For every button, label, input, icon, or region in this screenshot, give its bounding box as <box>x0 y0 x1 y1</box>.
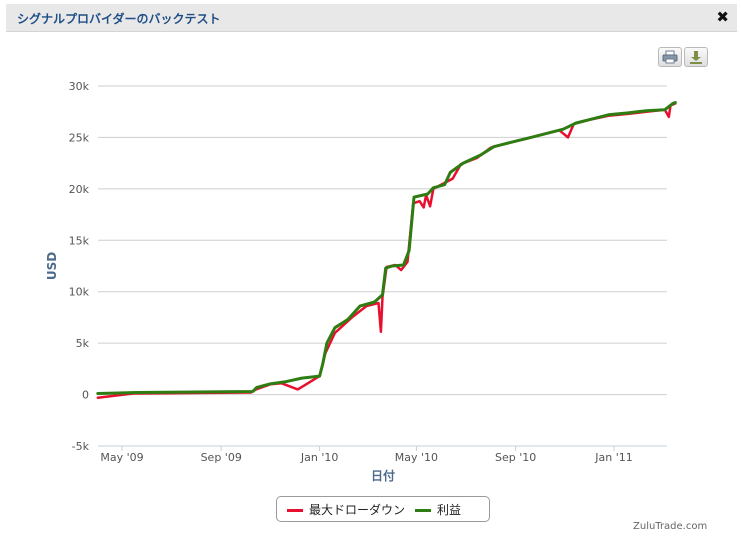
x-tick-label: Sep '09 <box>201 451 242 464</box>
x-tick-label: Jan '10 <box>300 451 338 464</box>
series-line-profit <box>96 101 677 395</box>
y-tick-label: 5k <box>76 337 90 350</box>
backtest-chart: -5k 0 5k 10k 15k 20k 25k 30k May '09 Sep '09 Jan … <box>45 80 677 483</box>
credits-link[interactable]: ZuluTrade.com <box>633 521 707 532</box>
x-tick-label: Sep '10 <box>495 451 536 464</box>
x-tick-label: Jan '11 <box>594 451 632 464</box>
legend-swatch-drawdown <box>287 509 303 512</box>
y-axis-ticks: -5k 0 5k 10k 15k 20k 25k 30k <box>69 80 90 453</box>
y-tick-label: 30k <box>69 80 90 93</box>
legend-item-drawdown[interactable]: 最大ドローダウン <box>287 501 405 518</box>
y-tick-label: 25k <box>69 131 90 144</box>
y-tick-label: 0 <box>82 389 89 402</box>
x-tick-label: May '10 <box>395 451 438 464</box>
y-tick-label: -5k <box>72 440 90 453</box>
legend-item-profit[interactable]: 利益 <box>415 501 461 518</box>
chart-legend: 最大ドローダウン 利益 <box>276 496 490 522</box>
y-tick-label: 10k <box>69 286 90 299</box>
legend-label-drawdown: 最大ドローダウン <box>309 503 406 517</box>
series-lines <box>96 101 677 399</box>
legend-swatch-profit <box>415 509 431 512</box>
series-line-drawdown <box>96 102 677 399</box>
y-tick-label: 15k <box>69 234 90 247</box>
backtest-dialog: シグナルプロバイダーのバックテスト ✖ -5k 0 5k 10k 15k 20k 25k 30… <box>0 0 741 539</box>
y-tick-label: 20k <box>69 183 90 196</box>
x-axis-title: 日付 <box>371 468 395 483</box>
legend-label-profit: 利益 <box>437 503 462 517</box>
y-axis-title: USD <box>45 252 59 280</box>
x-tick-label: May '09 <box>100 451 143 464</box>
x-axis-ticks: May '09 Sep '09 Jan '10 May '10 Sep '10 Jan '… <box>100 446 633 464</box>
